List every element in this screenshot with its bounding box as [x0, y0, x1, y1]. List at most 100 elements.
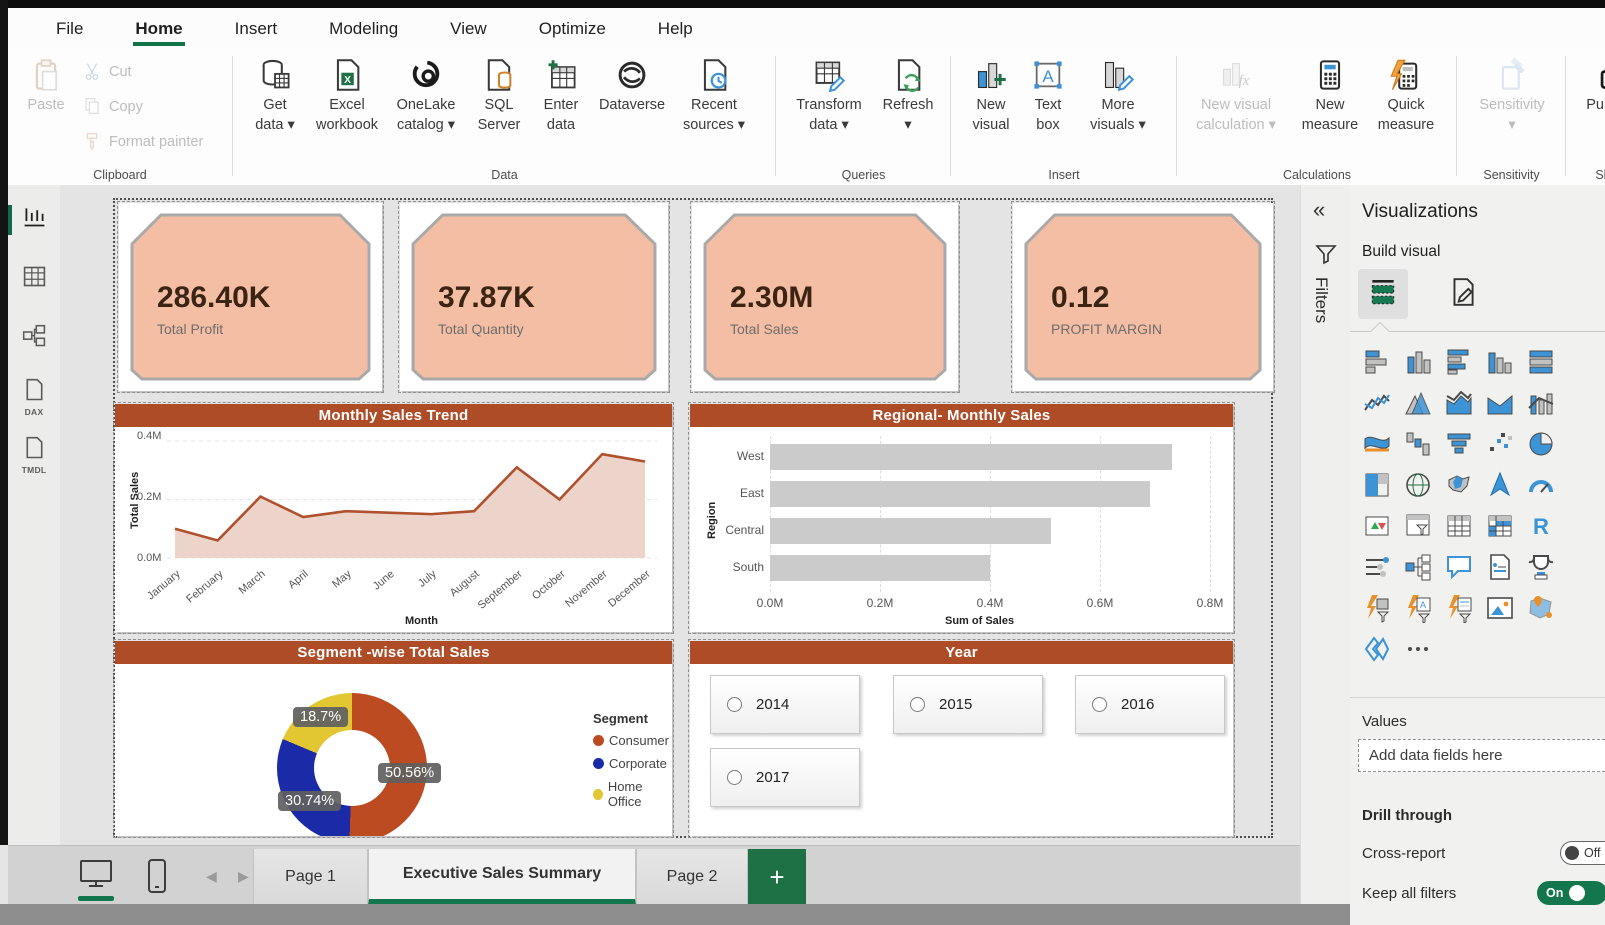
quick-measure-button[interactable]: Quick measure [1368, 58, 1444, 135]
map-icon[interactable] [1397, 464, 1438, 505]
tab-insert[interactable]: Insert [209, 10, 304, 46]
line-chart-icon[interactable] [1356, 382, 1397, 423]
ribbon-chart-icon[interactable] [1356, 423, 1397, 464]
matrix-icon[interactable] [1479, 505, 1520, 546]
paginated-report-icon[interactable] [1438, 587, 1479, 628]
format-painter-button[interactable]: Format painter [82, 130, 203, 156]
excel-workbook-button[interactable]: X Excel workbook [310, 58, 384, 135]
radio-icon[interactable] [1092, 697, 1107, 712]
next-page-chevron[interactable]: ▶ [238, 868, 249, 885]
kpi-icon[interactable] [1356, 505, 1397, 546]
clustered-column-chart-icon[interactable] [1479, 341, 1520, 382]
desktop-layout-button[interactable] [78, 858, 114, 895]
more-visuals-button[interactable]: More visuals ▾ [1078, 58, 1158, 135]
tab-file[interactable]: File [30, 10, 109, 46]
bar-central[interactable] [770, 518, 1051, 544]
page-tab-2[interactable]: Page 2 [636, 849, 748, 905]
monthly-sales-trend-visual[interactable]: Monthly Sales Trend Total Sales 0.4M 0.2… [115, 404, 672, 632]
kpi-card-total-quantity[interactable]: 37.87K Total Quantity [400, 203, 668, 391]
smart-narrative-icon[interactable] [1479, 546, 1520, 587]
build-visual-mode-button[interactable] [1358, 269, 1408, 319]
arcgis-map-icon[interactable] [1520, 587, 1561, 628]
bar-south[interactable] [770, 555, 990, 581]
format-visual-mode-button[interactable] [1438, 269, 1488, 319]
segment-total-sales-visual[interactable]: Segment -wise Total Sales 50.56% 30.74% … [115, 641, 672, 836]
radio-icon[interactable] [727, 697, 742, 712]
refresh-button[interactable]: Refresh ▾ [875, 58, 941, 135]
pie-chart-icon[interactable] [1520, 423, 1561, 464]
year-slicer-visual[interactable]: Year 2014 2015 2016 2017 [690, 641, 1233, 836]
values-field-well[interactable]: Add data fields here [1358, 739, 1605, 772]
more-visuals-ellipsis-icon[interactable] [1397, 628, 1438, 669]
report-view-button[interactable] [18, 203, 50, 235]
dataverse-button[interactable]: Dataverse [592, 58, 672, 116]
image-visual-icon[interactable] [1479, 587, 1520, 628]
radio-icon[interactable] [727, 770, 742, 785]
get-data-button[interactable]: Get data ▾ [242, 58, 308, 135]
enter-data-button[interactable]: Enter data [532, 58, 590, 135]
model-view-button[interactable] [18, 323, 50, 355]
new-page-button[interactable]: + [748, 849, 806, 905]
bar-west[interactable] [770, 444, 1172, 470]
cross-report-toggle[interactable]: Off [1560, 841, 1605, 865]
stacked-bar-chart-icon[interactable] [1356, 341, 1397, 382]
r-script-icon[interactable]: R [1520, 505, 1561, 546]
sensitivity-button[interactable]: Sensitivity ▾ [1470, 58, 1554, 135]
tab-view[interactable]: View [424, 10, 513, 46]
gauge-icon[interactable] [1520, 464, 1561, 505]
publish-button[interactable]: Publish [1575, 58, 1605, 116]
treemap-icon[interactable] [1356, 464, 1397, 505]
tab-optimize[interactable]: Optimize [513, 10, 632, 46]
metrics-icon[interactable] [1520, 546, 1561, 587]
dynamic-text-icon[interactable]: A [1397, 587, 1438, 628]
transform-data-button[interactable]: Transform data ▾ [785, 58, 873, 135]
slicer-option-2014[interactable]: 2014 [710, 675, 860, 734]
page-tab-executive-sales-summary[interactable]: Executive Sales Summary [368, 849, 636, 905]
collapse-pane-button[interactable]: « [1313, 197, 1325, 223]
new-visual-calculation-button[interactable]: fx New visual calculation ▾ [1184, 58, 1288, 135]
onelake-catalog-button[interactable]: OneLake catalog ▾ [386, 58, 466, 135]
mobile-layout-button[interactable] [146, 858, 168, 899]
scatter-chart-icon[interactable] [1479, 423, 1520, 464]
kpi-card-total-profit[interactable]: 286.40K Total Profit [119, 203, 382, 391]
power-automate-icon[interactable] [1356, 587, 1397, 628]
clustered-bar-chart-icon[interactable] [1438, 341, 1479, 382]
filled-map-icon[interactable] [1438, 464, 1479, 505]
tmdl-view-button[interactable] [18, 435, 50, 467]
funnel-chart-icon[interactable] [1438, 423, 1479, 464]
sql-server-button[interactable]: SQL Server [468, 58, 530, 135]
slicer-option-2016[interactable]: 2016 [1075, 675, 1225, 734]
filter-page-icon[interactable] [1397, 505, 1438, 546]
kpi-card-profit-margin[interactable]: 0.12 PROFIT MARGIN [1013, 203, 1273, 391]
bar-east[interactable] [770, 481, 1150, 507]
cut-button[interactable]: Cut [82, 60, 132, 86]
hundred-stacked-bar-chart-icon[interactable] [1520, 341, 1561, 382]
dax-query-view-button[interactable] [18, 377, 50, 409]
radio-icon[interactable] [910, 697, 925, 712]
recent-sources-button[interactable]: Recent sources ▾ [676, 58, 752, 135]
kpi-card-total-sales[interactable]: 2.30M Total Sales [692, 203, 958, 391]
paste-button[interactable]: Paste [18, 58, 74, 116]
keep-all-filters-toggle[interactable]: On [1537, 881, 1605, 905]
prev-page-chevron[interactable]: ◀ [206, 868, 217, 885]
waterfall-chart-icon[interactable] [1397, 423, 1438, 464]
text-box-button[interactable]: A Text box [1022, 58, 1074, 135]
area-chart-icon[interactable] [1397, 382, 1438, 423]
regional-monthly-sales-visual[interactable]: Regional- Monthly Sales Region WestEastC… [690, 404, 1233, 632]
tab-home[interactable]: Home [109, 10, 208, 46]
copy-button[interactable]: Copy [82, 95, 143, 121]
new-visual-button[interactable]: New visual [962, 58, 1020, 135]
filter-funnel-icon[interactable] [1315, 243, 1337, 270]
line-clustered-column-chart-icon[interactable] [1520, 382, 1561, 423]
tab-modeling[interactable]: Modeling [303, 10, 424, 46]
slicer-option-2015[interactable]: 2015 [893, 675, 1043, 734]
line-stacked-column-chart-icon[interactable] [1479, 382, 1520, 423]
slicer-option-2017[interactable]: 2017 [710, 748, 860, 807]
power-apps-icon[interactable] [1356, 628, 1397, 669]
decomposition-tree-icon[interactable] [1397, 546, 1438, 587]
stacked-column-chart-icon[interactable] [1397, 341, 1438, 382]
table-view-button[interactable] [18, 263, 50, 295]
azure-map-icon[interactable] [1479, 464, 1520, 505]
filters-pane-label[interactable]: Filters [1311, 277, 1331, 323]
stacked-area-chart-icon[interactable] [1438, 382, 1479, 423]
